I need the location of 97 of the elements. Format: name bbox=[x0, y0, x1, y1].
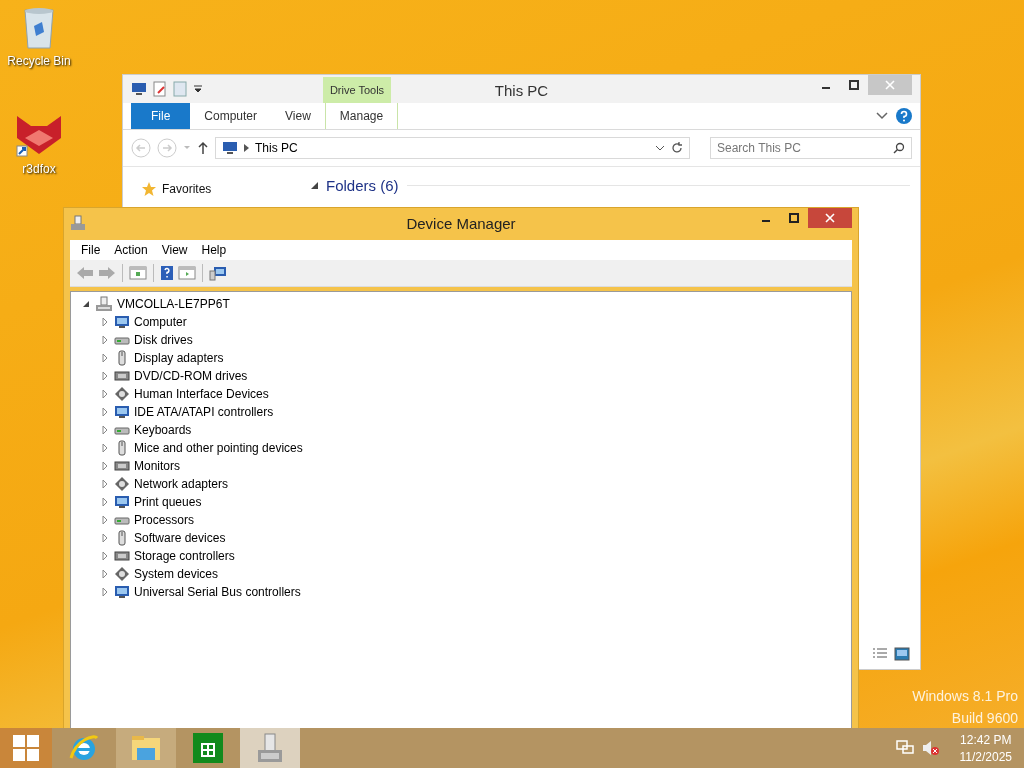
tree-item[interactable]: Monitors bbox=[134, 459, 180, 473]
tree-item[interactable]: IDE ATA/ATAPI controllers bbox=[134, 405, 274, 419]
ribbon-tab[interactable]: Computer bbox=[190, 103, 272, 129]
minimize-icon bbox=[762, 220, 770, 222]
properties-icon[interactable] bbox=[153, 81, 167, 97]
minimize-icon bbox=[822, 87, 830, 89]
tree-item[interactable]: System devices bbox=[134, 567, 219, 581]
expand-arrow-icon[interactable] bbox=[100, 389, 110, 399]
tree-item[interactable]: Universal Serial Bus controllers bbox=[134, 585, 301, 599]
volume-muted-icon[interactable] bbox=[921, 740, 940, 756]
ribbon-tab[interactable]: Manage bbox=[324, 103, 399, 129]
tree-item[interactable]: Print queues bbox=[134, 495, 202, 509]
computer-icon bbox=[131, 82, 147, 96]
device-icon bbox=[114, 566, 130, 582]
expand-arrow-icon[interactable] bbox=[100, 443, 110, 453]
tree-item[interactable]: Human Interface Devices bbox=[134, 387, 269, 401]
os-version-text: Build 9600 bbox=[951, 710, 1018, 726]
tree-item[interactable]: Disk drives bbox=[134, 333, 193, 347]
search-icon[interactable] bbox=[893, 142, 905, 154]
large-icons-view-icon[interactable] bbox=[894, 647, 910, 661]
device-icon bbox=[114, 548, 130, 564]
os-version-text: Windows 8.1 Pro bbox=[912, 688, 1018, 704]
expand-arrow-icon[interactable] bbox=[100, 371, 110, 381]
network-icon[interactable] bbox=[895, 740, 914, 756]
collapse-arrow-icon[interactable] bbox=[311, 182, 318, 189]
tree-item[interactable]: Keyboards bbox=[134, 423, 192, 437]
customize-dropdown-icon[interactable] bbox=[193, 84, 203, 94]
expand-arrow-icon[interactable] bbox=[100, 353, 110, 363]
maximize-icon bbox=[789, 213, 799, 223]
section-header[interactable]: Folders (6) bbox=[326, 177, 399, 194]
recent-dropdown-icon[interactable] bbox=[183, 145, 191, 151]
close-icon bbox=[885, 80, 895, 90]
tree-item[interactable]: Network adapters bbox=[134, 477, 229, 491]
device-icon bbox=[114, 404, 130, 420]
device-icon bbox=[114, 368, 130, 384]
expand-arrow-icon[interactable] bbox=[100, 335, 110, 345]
tree-item[interactable]: Mice and other pointing devices bbox=[134, 441, 303, 455]
taskbar-app-button[interactable] bbox=[116, 728, 176, 768]
tree-item[interactable]: Processors bbox=[134, 513, 195, 527]
computer-icon bbox=[95, 296, 113, 312]
tree-item[interactable]: VMCOLLA-LE7PP6T bbox=[117, 297, 230, 311]
tree-item[interactable]: DVD/CD-ROM drives bbox=[134, 369, 248, 383]
star-icon bbox=[141, 181, 157, 197]
collapse-arrow-icon[interactable] bbox=[81, 299, 91, 309]
device-icon bbox=[114, 584, 130, 600]
expand-ribbon-icon[interactable] bbox=[876, 112, 888, 120]
device-icon bbox=[114, 476, 130, 492]
windows-logo-icon bbox=[13, 735, 39, 761]
menu-item[interactable]: Help bbox=[194, 243, 234, 257]
expand-arrow-icon[interactable] bbox=[100, 569, 110, 579]
forward-button[interactable] bbox=[98, 266, 116, 280]
show-hide-tree-button[interactable] bbox=[129, 266, 147, 280]
maximize-icon bbox=[849, 80, 859, 90]
start-button[interactable] bbox=[0, 728, 52, 768]
expand-arrow-icon[interactable] bbox=[100, 407, 110, 417]
up-arrow-icon[interactable] bbox=[197, 141, 209, 155]
search-field[interactable]: Search This PC bbox=[710, 137, 912, 159]
device-icon bbox=[114, 386, 130, 402]
expand-arrow-icon[interactable] bbox=[100, 497, 110, 507]
window-title: This PC bbox=[494, 82, 549, 99]
help-button[interactable] bbox=[160, 265, 174, 281]
expand-arrow-icon[interactable] bbox=[100, 533, 110, 543]
help-icon[interactable] bbox=[896, 108, 912, 124]
device-icon bbox=[114, 458, 130, 474]
details-view-icon[interactable] bbox=[872, 647, 888, 661]
window-title: Device Manager bbox=[406, 215, 516, 232]
tree-item[interactable]: Software devices bbox=[134, 531, 226, 545]
device-icon bbox=[114, 494, 130, 510]
tree-item[interactable]: Computer bbox=[134, 315, 187, 329]
device-manager-icon bbox=[255, 732, 285, 764]
expand-arrow-icon[interactable] bbox=[100, 317, 110, 327]
tree-item[interactable]: Display adapters bbox=[134, 351, 224, 365]
store-icon bbox=[193, 733, 223, 763]
folder-icon bbox=[130, 734, 162, 762]
device-icon bbox=[114, 314, 130, 330]
fox-logo-icon[interactable] bbox=[15, 114, 63, 158]
menu-item[interactable]: File bbox=[74, 243, 108, 257]
recycle-bin-icon[interactable] bbox=[22, 6, 56, 50]
close-icon bbox=[825, 213, 835, 223]
tree-item[interactable]: Storage controllers bbox=[134, 549, 235, 563]
address-bar[interactable]: This PC bbox=[215, 137, 690, 159]
expand-arrow-icon[interactable] bbox=[100, 551, 110, 561]
taskbar-app-button[interactable] bbox=[240, 728, 300, 768]
expand-arrow-icon[interactable] bbox=[100, 461, 110, 471]
expand-arrow-icon[interactable] bbox=[100, 479, 110, 489]
nav-item[interactable]: Favorites bbox=[162, 182, 212, 196]
expand-arrow-icon[interactable] bbox=[100, 515, 110, 525]
expand-arrow-icon[interactable] bbox=[100, 587, 110, 597]
contextual-tab-group: Drive Tools bbox=[323, 77, 391, 103]
menu-item[interactable]: Action bbox=[107, 243, 155, 257]
back-button[interactable] bbox=[76, 266, 94, 280]
ribbon-tab[interactable]: File bbox=[131, 103, 191, 129]
device-manager-icon bbox=[70, 215, 86, 231]
ribbon-tab[interactable]: View bbox=[271, 103, 325, 129]
scan-hardware-button[interactable] bbox=[209, 265, 227, 281]
expand-arrow-icon[interactable] bbox=[100, 425, 110, 435]
menu-item[interactable]: View bbox=[154, 243, 195, 257]
